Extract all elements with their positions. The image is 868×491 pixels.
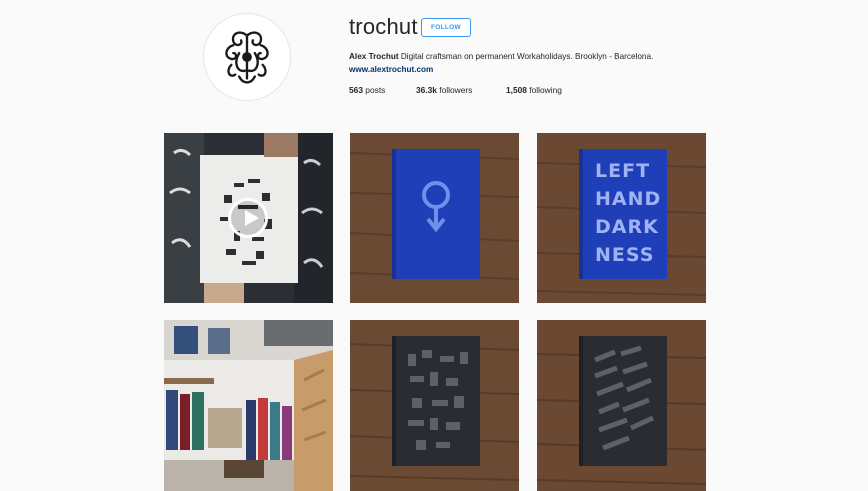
cover-word-1: LEFT xyxy=(595,160,650,182)
stat-posts: 563 posts xyxy=(349,85,385,96)
profile-full-name: Alex Trochut xyxy=(349,52,399,61)
stat-following[interactable]: 1,508 following xyxy=(506,85,562,96)
following-count: 1,508 xyxy=(506,85,527,95)
post-6-image xyxy=(537,320,706,491)
post-tile-4[interactable] xyxy=(164,320,333,491)
following-label: following xyxy=(526,85,562,95)
post-2-image xyxy=(350,133,519,303)
followers-label: followers xyxy=(436,85,473,95)
ornamental-monogram-icon xyxy=(225,31,269,84)
stat-followers[interactable]: 36.3k followers xyxy=(416,85,472,96)
followers-count: 36.3k xyxy=(416,85,437,95)
post-tile-2[interactable] xyxy=(350,133,519,303)
profile-bio-text: Digital craftsman on permanent Workaholi… xyxy=(398,52,654,61)
post-tile-6[interactable] xyxy=(537,320,706,491)
posts-label: posts xyxy=(362,85,386,95)
cover-word-2: HAND xyxy=(595,188,661,210)
profile-website-link[interactable]: www.alextrochut.com xyxy=(349,64,433,75)
post-5-image xyxy=(350,320,519,491)
play-icon[interactable] xyxy=(228,198,268,238)
follow-button[interactable]: FOLLOW xyxy=(421,18,471,37)
post-4-image xyxy=(164,320,333,491)
cover-word-4: NESS xyxy=(595,244,654,266)
post-tile-3[interactable]: LEFT HAND DARK NESS xyxy=(537,133,706,303)
post-tile-5[interactable] xyxy=(350,320,519,491)
profile-page: trochut FOLLOW Alex Trochut Digital craf… xyxy=(0,0,868,491)
profile-username: trochut xyxy=(349,14,418,39)
cover-word-3: DARK xyxy=(595,216,659,238)
posts-count: 563 xyxy=(349,85,363,95)
profile-bio: Alex Trochut Digital craftsman on perman… xyxy=(349,51,653,62)
post-tile-1[interactable] xyxy=(164,133,333,303)
profile-avatar[interactable] xyxy=(203,13,291,101)
post-3-image: LEFT HAND DARK NESS xyxy=(537,133,706,303)
